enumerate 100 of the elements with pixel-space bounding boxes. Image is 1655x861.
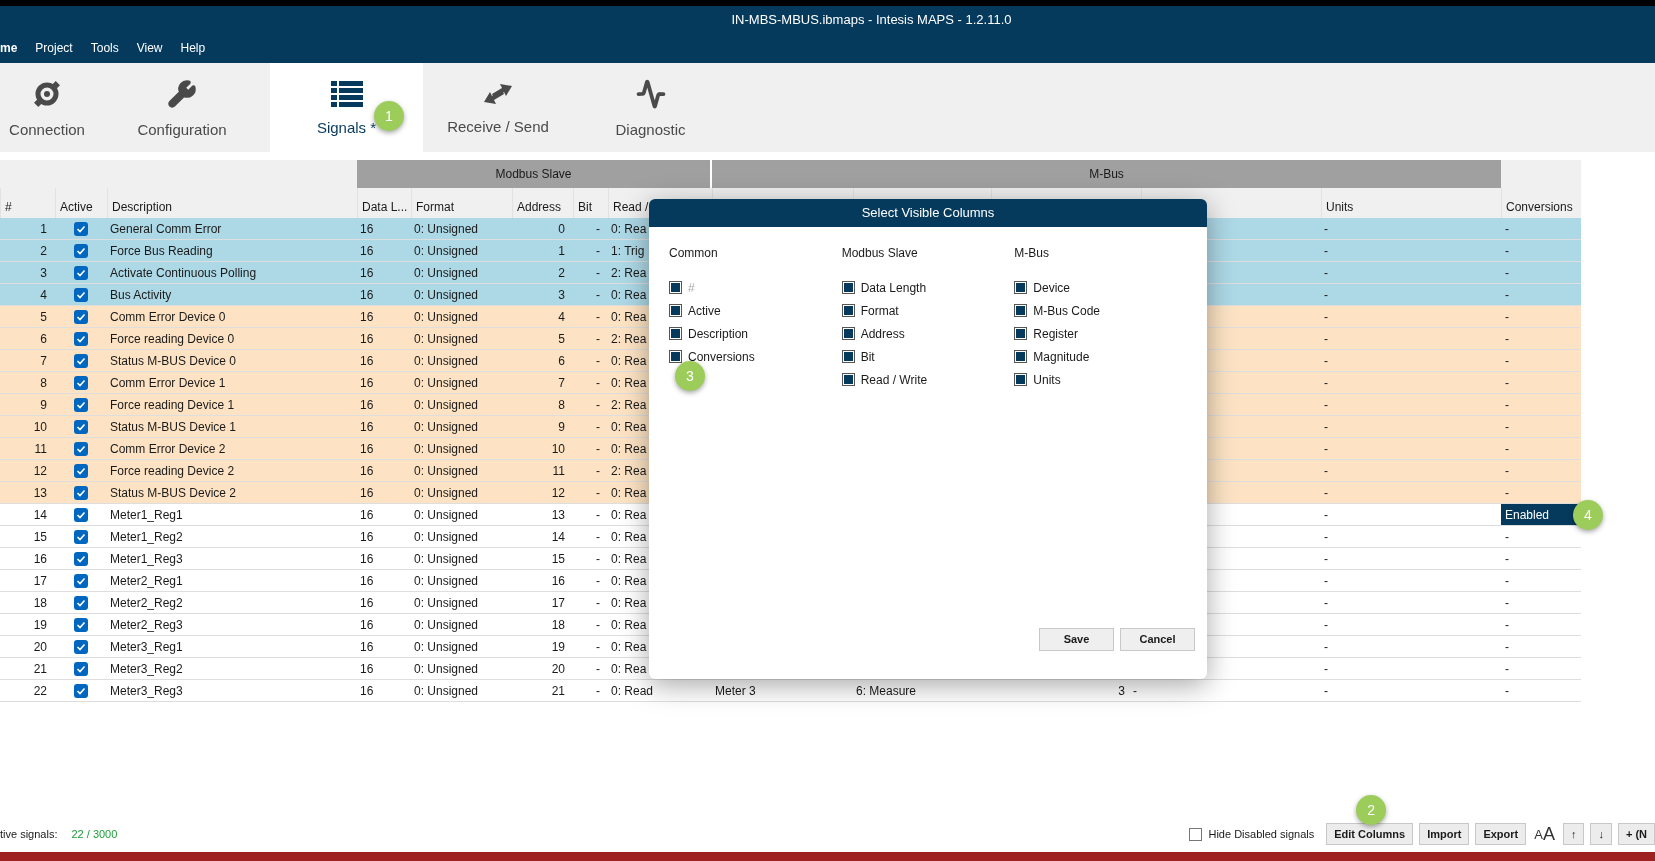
row-number: 11 — [34, 440, 47, 458]
row-number: 14 — [33, 506, 47, 524]
checkbox-label: Magnitude — [1033, 348, 1090, 366]
checkbox-label: Units — [1033, 371, 1061, 389]
table-cell-text: 0: Rea — [611, 286, 647, 304]
table-cell-text: - — [1324, 594, 1328, 612]
table-cell-text: 16 — [360, 286, 374, 304]
table-cell-text: 10 — [551, 440, 565, 458]
table-cell-text: 16 — [360, 506, 374, 524]
table-cell-text: - — [596, 440, 600, 458]
table-cell-text: - — [1324, 528, 1328, 546]
table-cell-text: - — [596, 528, 600, 546]
table-cell-text: 12 — [551, 484, 565, 502]
table-cell-text: 0: Rea — [611, 484, 647, 502]
table-cell-text: 0: Unsigned — [414, 528, 479, 546]
table-cell-text: 0: Unsigned — [414, 286, 479, 304]
checkbox-label: Read / Write — [860, 371, 928, 389]
group-header: M-Bus — [712, 160, 1501, 188]
row-number: 7 — [40, 352, 47, 370]
description-cell-text: Meter3_Reg2 — [110, 660, 183, 678]
table-cell-text: - — [1324, 660, 1328, 678]
description-cell-text: Activate Continuous Polling — [110, 264, 257, 282]
dialog-title: Select Visible Columns — [861, 204, 995, 223]
description-cell-text: Force Bus Reading — [110, 242, 213, 260]
table-cell-text: 0: Unsigned — [414, 638, 479, 656]
table-cell-text: - — [596, 352, 600, 370]
table-cell-text: - — [596, 682, 600, 700]
table-cell-text: 0: Unsigned — [414, 616, 479, 634]
table-cell-text: 16 — [360, 264, 374, 282]
table-cell-text: 2: Rea — [611, 264, 647, 282]
checkbox-label: Hide Disabled signals — [1208, 826, 1315, 842]
checkbox-label: Device — [1033, 279, 1071, 297]
table-cell-text: 16 — [360, 220, 374, 238]
table-cell-text: - — [1324, 330, 1328, 348]
table-cell-text: 15 — [551, 550, 565, 568]
table-cell-text: 0: Unsigned — [414, 506, 479, 524]
description-cell-text: Force reading Device 0 — [110, 330, 235, 348]
table-cell-text: 0: Rea — [611, 506, 647, 524]
table-cell-text: 0: Rea — [611, 528, 647, 546]
description-cell-text: Meter2_Reg3 — [110, 616, 183, 634]
description-cell-text: Status M-BUS Device 1 — [110, 418, 237, 436]
table-cell-text: 3 — [1118, 682, 1125, 700]
table-cell-text: 0: Unsigned — [414, 550, 479, 568]
group-title: M-Bus — [1014, 245, 1050, 262]
table-cell-text: - — [596, 550, 600, 568]
table-cell-text: - — [596, 286, 600, 304]
table-cell-text: 0: Unsigned — [414, 220, 479, 238]
table-cell-text: 0: Rea — [611, 352, 647, 370]
checkbox-label: Bit — [860, 348, 875, 366]
row-number: 17 — [33, 572, 47, 590]
table-cell-text: 19 — [551, 638, 565, 656]
table-cell-text: - — [596, 484, 600, 502]
description-cell-text: Comm Error Device 0 — [110, 308, 226, 326]
description-cell-text: Comm Error Device 1 — [110, 374, 226, 392]
table-cell-text: 2: Rea — [611, 396, 647, 414]
table-cell-text: 0: Unsigned — [414, 242, 479, 260]
table-cell-text: 0: Rea — [611, 440, 647, 458]
table-cell-text: 0: Unsigned — [414, 352, 479, 370]
description-cell-text: Status M-BUS Device 0 — [110, 352, 237, 370]
table-cell-text: - — [596, 242, 600, 260]
row-number: 19 — [33, 616, 47, 634]
table-cell-text: - — [596, 308, 600, 326]
status-value: 22 / 3000 — [71, 826, 118, 842]
table-cell-text: 16 — [360, 550, 374, 568]
table-cell-text: 1 — [558, 242, 565, 260]
table-cell-text: 6 — [558, 352, 565, 370]
table-cell-text: - — [1324, 572, 1328, 590]
row-number: 6 — [40, 330, 47, 348]
table-cell-text: - — [1324, 440, 1328, 458]
description-cell-text: Meter1_Reg2 — [110, 528, 183, 546]
table-cell-text: 0: Unsigned — [414, 396, 479, 414]
description-cell-text: Bus Activity — [110, 286, 172, 304]
table-cell-text: 0: Unsigned — [414, 264, 479, 282]
table-cell-text: 0: Unsigned — [414, 484, 479, 502]
table-cell-text: 16 — [551, 572, 565, 590]
table-cell-text: 1: Trig — [611, 242, 645, 260]
table-cell-text: 16 — [360, 418, 374, 436]
table-cell-text: - — [1324, 506, 1328, 524]
table-cell-text: - — [1324, 374, 1328, 392]
table-cell-text: 0: Rea — [611, 374, 647, 392]
table-cell-text: - — [596, 418, 600, 436]
table-cell-text: 7 — [558, 374, 565, 392]
description-cell-text: General Comm Error — [110, 220, 222, 238]
row-number: 13 — [33, 484, 47, 502]
step-badge: 2 — [1356, 795, 1387, 825]
table-cell-text: 16 — [360, 616, 374, 634]
table-cell-text: - — [1324, 682, 1328, 700]
description-cell-text: Meter2_Reg1 — [110, 572, 183, 590]
checkbox-label: Register — [1033, 325, 1079, 343]
description-cell-text: Meter3_Reg3 — [110, 682, 183, 700]
table-cell-text: - — [596, 396, 600, 414]
row-number: 21 — [33, 660, 47, 678]
checkbox-label: Format — [860, 302, 899, 320]
table-cell-text: 0: Unsigned — [414, 594, 479, 612]
table-cell-text: 16 — [360, 572, 374, 590]
table-cell-text: 16 — [360, 308, 374, 326]
table-cell-text: 16 — [360, 638, 374, 656]
table-cell-text: 16 — [360, 440, 374, 458]
table-cell-text: 0: Rea — [611, 616, 647, 634]
table-cell-text: 2: Rea — [611, 462, 647, 480]
